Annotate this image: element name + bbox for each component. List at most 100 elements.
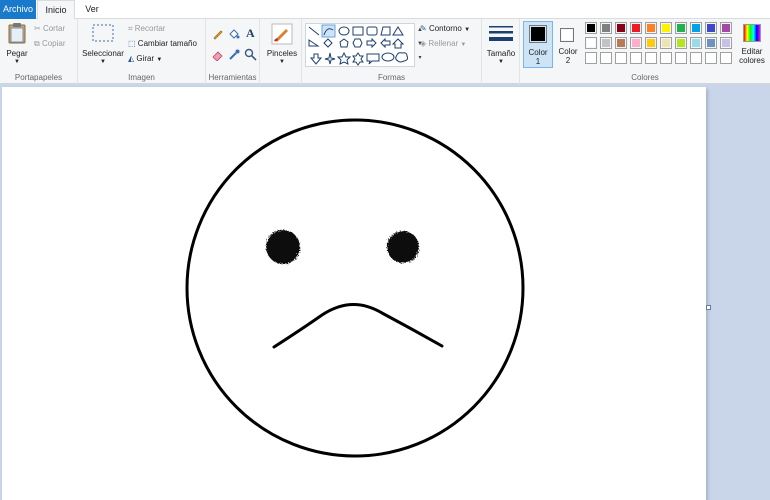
- edit-colors-button[interactable]: Editar colores: [738, 21, 768, 68]
- left-arrow-shape-icon: [380, 37, 391, 49]
- four-point-star-shape-icon: [324, 52, 336, 65]
- crop-button[interactable]: ⌗ Recortar: [128, 24, 165, 34]
- down-arrow-shape-icon: [309, 53, 323, 65]
- edit-colors-line1: Editar: [741, 47, 763, 56]
- color2-label-line2: 2: [565, 56, 571, 65]
- size-dropdown-caret[interactable]: ▼: [496, 59, 506, 65]
- color-picker-icon[interactable]: [228, 49, 240, 61]
- palette-custom-swatch[interactable]: [660, 52, 672, 64]
- palette-custom-swatch[interactable]: [705, 52, 717, 64]
- palette-swatch[interactable]: [660, 37, 672, 49]
- palette-swatch[interactable]: [705, 22, 717, 34]
- group-colors: Color 1 Color 2 Editar colores Colores: [520, 19, 770, 84]
- palette-swatch-color: [647, 24, 655, 32]
- text-tool-icon[interactable]: A: [246, 26, 255, 41]
- line-shape-icon: [308, 26, 320, 36]
- six-point-star-shape-icon: [352, 52, 364, 66]
- palette-swatch[interactable]: [630, 22, 642, 34]
- fill-button[interactable]: ◈ Rellenar ▼: [420, 39, 466, 48]
- hexagon-shape-icon: [352, 38, 363, 48]
- palette-custom-swatch[interactable]: [720, 52, 732, 64]
- palette-custom-swatch[interactable]: [690, 52, 702, 64]
- outline-label: Contorno: [428, 24, 462, 33]
- palette-swatch[interactable]: [615, 22, 627, 34]
- eraser-icon[interactable]: [212, 49, 224, 61]
- palette-swatch-color: [662, 24, 670, 32]
- brushes-button[interactable]: Pinceles ▼: [264, 22, 300, 68]
- canvas-resize-handle[interactable]: [706, 305, 711, 310]
- palette-swatch-color: [677, 24, 685, 32]
- color2-label-line1: Color: [558, 47, 578, 56]
- edit-colors-label: Editar colores: [736, 47, 768, 65]
- palette-swatch[interactable]: [600, 22, 612, 34]
- palette-swatch[interactable]: [705, 37, 717, 49]
- triangle-shape-icon: [392, 26, 404, 36]
- group-label-shapes: Formas: [377, 73, 406, 82]
- tab-view[interactable]: Ver: [78, 0, 106, 19]
- palette-custom-swatch[interactable]: [600, 52, 612, 64]
- palette-swatch[interactable]: [690, 37, 702, 49]
- rotate-button[interactable]: ◭ Girar ▼: [128, 54, 162, 63]
- palette-swatch-color: [707, 24, 715, 32]
- group-shapes: ▲ ▼ ▾ ✎ Contorno ▼ ◈ Rellenar ▼ Formas: [302, 19, 482, 84]
- palette-custom-swatch[interactable]: [630, 52, 642, 64]
- copy-button[interactable]: ⧉ Copiar: [34, 39, 66, 49]
- palette-swatch-color: [692, 24, 700, 32]
- palette-custom-swatch[interactable]: [615, 52, 627, 64]
- polygon-shape-icon: [380, 26, 391, 36]
- crop-label: Recortar: [134, 24, 166, 33]
- palette-swatch-color: [647, 39, 655, 47]
- rounded-rectangle-shape-icon: [366, 26, 378, 36]
- color2-fill: [562, 30, 572, 40]
- palette-custom-swatch[interactable]: [675, 52, 687, 64]
- tab-home[interactable]: Inicio: [37, 0, 75, 20]
- palette-custom-swatch[interactable]: [645, 52, 657, 64]
- outline-dropdown-caret: ▼: [464, 27, 471, 33]
- color2-button[interactable]: Color 2: [555, 21, 583, 68]
- color-palette: [585, 22, 737, 68]
- pentagon-shape-icon: [339, 38, 349, 48]
- cut-button[interactable]: ✂ Cortar: [34, 24, 65, 33]
- palette-swatch[interactable]: [585, 22, 597, 34]
- palette-swatch[interactable]: [585, 37, 597, 49]
- fill-bucket-icon[interactable]: [228, 28, 240, 40]
- palette-swatch[interactable]: [600, 37, 612, 49]
- resize-label: Cambiar tamaño: [137, 39, 197, 48]
- resize-button[interactable]: ⬚ Cambiar tamaño: [128, 39, 197, 48]
- color1-button[interactable]: Color 1: [523, 21, 553, 68]
- color1-label-line1: Color: [528, 48, 548, 57]
- palette-swatch[interactable]: [660, 22, 672, 34]
- right-triangle-shape-icon: [308, 39, 320, 47]
- palette-swatch[interactable]: [720, 37, 732, 49]
- magnifier-icon[interactable]: [244, 48, 257, 61]
- pencil-icon[interactable]: [212, 28, 224, 40]
- brushes-dropdown-caret[interactable]: ▼: [277, 59, 287, 65]
- color2-swatch: [560, 28, 574, 42]
- palette-swatch-color: [722, 39, 730, 47]
- scissors-icon: ✂: [34, 24, 41, 33]
- size-button[interactable]: Tamaño ▼: [484, 22, 518, 68]
- palette-swatch[interactable]: [675, 22, 687, 34]
- select-button[interactable]: Seleccionar ▼: [81, 22, 125, 68]
- select-dropdown-caret[interactable]: ▼: [98, 59, 108, 65]
- palette-swatch[interactable]: [645, 22, 657, 34]
- palette-swatch[interactable]: [675, 37, 687, 49]
- palette-swatch[interactable]: [720, 22, 732, 34]
- paste-button[interactable]: Pegar ▼: [4, 22, 30, 68]
- paste-dropdown-caret[interactable]: ▼: [12, 59, 22, 65]
- palette-swatch[interactable]: [615, 37, 627, 49]
- resize-icon: ⬚: [128, 39, 136, 48]
- up-arrow-shape-icon: [391, 38, 405, 49]
- palette-custom-swatch[interactable]: [585, 52, 597, 64]
- outline-button[interactable]: ✎ Contorno ▼: [420, 24, 470, 33]
- palette-swatch[interactable]: [630, 37, 642, 49]
- palette-swatch-color: [662, 39, 670, 47]
- palette-swatch-color: [707, 39, 715, 47]
- palette-swatch[interactable]: [690, 22, 702, 34]
- fill-icon: ◈: [420, 39, 427, 48]
- tab-file[interactable]: Archivo: [0, 0, 36, 19]
- copy-icon: ⧉: [34, 39, 40, 48]
- ribbon: Pegar ▼ ✂ Cortar ⧉ Copiar Portapapeles S…: [0, 19, 770, 84]
- drawing-canvas[interactable]: [2, 87, 711, 500]
- palette-swatch[interactable]: [645, 37, 657, 49]
